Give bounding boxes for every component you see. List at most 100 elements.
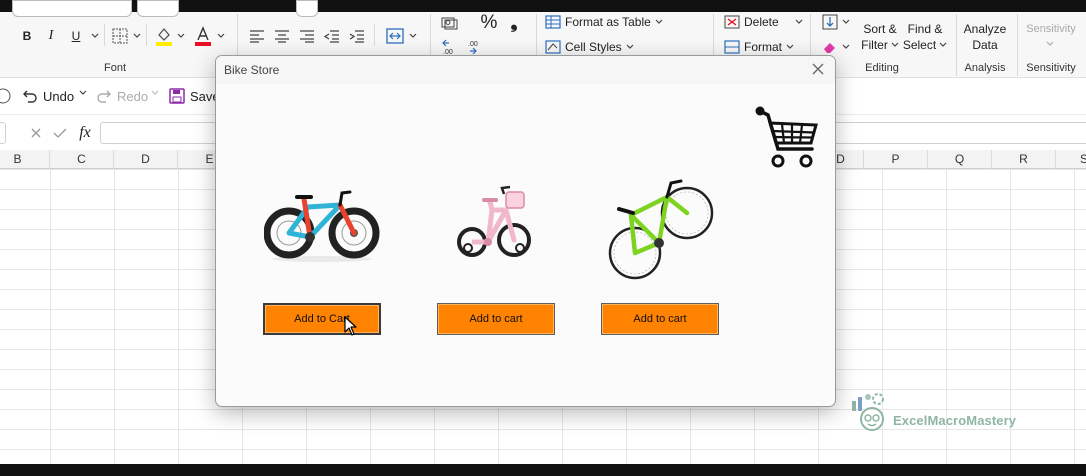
sort-filter-label-2: Filter xyxy=(861,38,888,52)
enter-check-icon[interactable] xyxy=(52,125,68,141)
chevron-down-icon[interactable] xyxy=(215,28,227,44)
chevron-down-icon[interactable] xyxy=(79,90,87,96)
align-right-icon[interactable] xyxy=(298,27,316,45)
kids-bike-image xyxy=(444,184,544,264)
format-as-table-button[interactable]: Format as Table xyxy=(545,13,663,31)
excel-window: B I U Font % ❟ .00 .00 Format as Table C… xyxy=(0,0,1086,476)
column-header[interactable]: B xyxy=(0,150,50,169)
insert-function-button[interactable]: fx xyxy=(75,123,95,143)
column-header[interactable]: D xyxy=(114,150,178,169)
column-header[interactable]: C xyxy=(50,150,114,169)
sensitivity-button[interactable]: Sensitivity xyxy=(1022,20,1080,38)
add-to-cart-button-1[interactable]: Add to Cart xyxy=(263,303,381,335)
chevron-down-icon[interactable] xyxy=(840,16,852,28)
undo-button[interactable]: Undo xyxy=(22,88,74,104)
cell-styles-icon xyxy=(545,40,561,54)
find-select-label-1: Find & xyxy=(907,22,943,36)
table-icon xyxy=(545,15,561,29)
sensitivity-group-label: Sensitivity xyxy=(1026,62,1076,74)
name-box[interactable] xyxy=(0,122,6,144)
column-header[interactable]: R xyxy=(992,150,1056,169)
add-to-cart-button-2[interactable]: Add to cart xyxy=(437,303,555,335)
add-to-cart-button-3[interactable]: Add to cart xyxy=(601,303,719,335)
shopping-cart-icon[interactable] xyxy=(754,105,818,171)
clear-eraser-icon[interactable] xyxy=(820,38,840,56)
cancel-icon[interactable] xyxy=(28,125,44,141)
autosave-toggle[interactable] xyxy=(0,87,12,105)
ribbon-control[interactable] xyxy=(296,0,318,17)
bold-button[interactable]: B xyxy=(18,27,36,45)
align-center-icon[interactable] xyxy=(273,27,291,45)
redo-label: Redo xyxy=(117,88,149,104)
chevron-down-icon xyxy=(939,42,947,47)
chevron-down-icon[interactable] xyxy=(131,28,143,44)
undo-label: Undo xyxy=(43,88,75,104)
sort-filter-label-row: Filter xyxy=(861,37,899,53)
percent-button[interactable]: % xyxy=(478,12,500,34)
excel-macro-mastery-logo: ExcelMacroMastery xyxy=(848,391,1028,435)
mouse-pointer-icon xyxy=(344,316,358,336)
font-group-label: Font xyxy=(103,62,126,74)
align-left-icon[interactable] xyxy=(248,27,266,45)
italic-button[interactable]: I xyxy=(42,27,60,45)
save-icon xyxy=(169,88,185,104)
save-button[interactable]: Save xyxy=(169,88,220,104)
logo-text: ExcelMacroMastery xyxy=(893,413,1017,428)
fill-color-icon[interactable] xyxy=(154,25,174,47)
title-strip xyxy=(0,0,1086,17)
group-divider xyxy=(956,14,957,76)
sort-filter-label-1: Sort & xyxy=(863,22,897,36)
green-bike-image xyxy=(601,173,717,285)
column-header[interactable]: Q xyxy=(928,150,992,169)
chevron-down-icon xyxy=(626,44,634,49)
close-icon[interactable] xyxy=(810,61,826,77)
chevron-down-icon[interactable] xyxy=(175,28,187,44)
font-color-icon[interactable] xyxy=(193,25,213,47)
chevron-down-icon[interactable] xyxy=(840,41,852,53)
find-select-button[interactable]: Find & Select xyxy=(902,20,948,54)
font-name-box[interactable] xyxy=(12,0,132,17)
decrease-decimal-icon[interactable]: .00 xyxy=(465,38,485,56)
fat-bike-image xyxy=(263,183,380,263)
chevron-down-icon[interactable] xyxy=(89,28,101,44)
dialog-title-bar: Bike Store xyxy=(216,56,835,84)
group-divider xyxy=(1017,14,1018,76)
analysis-group-label: Analysis xyxy=(964,62,1006,74)
delete-cells-icon xyxy=(724,15,740,29)
comma-style-button[interactable]: ❟ xyxy=(506,11,522,33)
borders-icon[interactable] xyxy=(110,26,130,46)
format-cells-icon xyxy=(724,40,740,54)
find-select-label-2: Select xyxy=(902,38,937,52)
chevron-down-icon[interactable] xyxy=(1044,39,1056,49)
currency-format-icon[interactable] xyxy=(440,14,460,32)
chevron-down-icon[interactable] xyxy=(407,28,419,44)
cell-styles-button[interactable]: Cell Styles xyxy=(545,38,634,56)
increase-indent-icon[interactable] xyxy=(348,27,366,45)
underline-button[interactable]: U xyxy=(66,27,86,45)
logo-mascot-icon xyxy=(852,393,884,431)
analyze-label-1: Analyze xyxy=(963,22,1007,36)
font-size-box[interactable] xyxy=(137,0,179,17)
analyze-data-button[interactable]: Analyze Data xyxy=(960,20,1010,54)
delete-button[interactable]: Delete xyxy=(724,13,803,31)
format-as-table-label: Format as Table xyxy=(565,15,651,29)
column-header[interactable]: S xyxy=(1056,150,1086,169)
divider xyxy=(374,24,375,46)
analyze-label-2: Data xyxy=(972,38,998,52)
sort-filter-button[interactable]: Sort & Filter xyxy=(859,20,901,54)
fill-down-icon[interactable] xyxy=(820,13,840,31)
format-button[interactable]: Format xyxy=(724,38,794,56)
status-strip xyxy=(0,464,1086,476)
increase-decimal-icon[interactable]: .00 xyxy=(440,38,460,56)
decrease-indent-icon[interactable] xyxy=(323,27,341,45)
merge-cells-icon[interactable] xyxy=(385,26,405,46)
delete-label: Delete xyxy=(744,15,779,29)
redo-icon xyxy=(97,90,111,103)
chevron-down-icon xyxy=(891,42,899,47)
chevron-down-icon[interactable] xyxy=(151,90,159,96)
editing-group-label: Editing xyxy=(865,62,899,74)
undo-icon xyxy=(23,90,37,103)
redo-button[interactable]: Redo xyxy=(96,88,148,104)
column-header[interactable]: P xyxy=(864,150,928,169)
bike-store-dialog: Bike Store Add to Cart Add to cart Add t… xyxy=(215,55,836,407)
